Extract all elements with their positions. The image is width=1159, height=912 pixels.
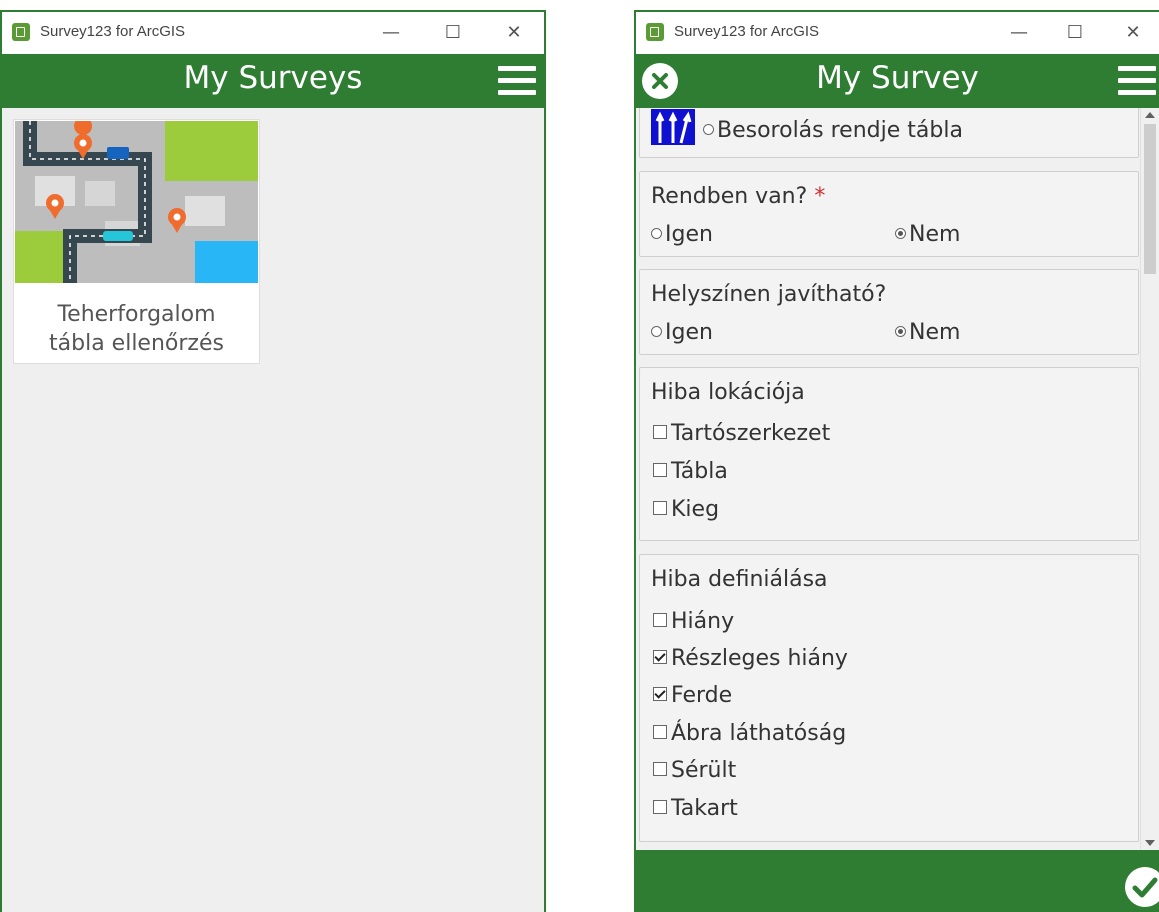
option-label: Tartószerkezet [671, 421, 831, 446]
option-label: Nem [909, 320, 961, 345]
radio-option-igen[interactable]: Igen [651, 320, 713, 345]
checkbox[interactable] [653, 725, 667, 739]
page-title: My Survey [816, 60, 979, 96]
option-label: Részleges hiány [671, 646, 848, 671]
survey-title-line1: Teherforgalom [57, 302, 216, 327]
radio-option-nem[interactable]: Nem [895, 320, 960, 345]
checkbox-option-hiany[interactable]: Hiány [653, 609, 734, 634]
checkbox[interactable] [653, 501, 667, 515]
form-scrollbar[interactable] [1140, 108, 1159, 850]
minimize-button[interactable]: — [368, 16, 414, 50]
checkbox-checked[interactable] [653, 687, 667, 701]
scroll-up-arrow-icon[interactable] [1145, 112, 1155, 118]
question-rendben-van: Rendben van? * Igen Nem [639, 171, 1139, 257]
required-marker: * [814, 184, 826, 209]
close-window-button[interactable]: ✕ [491, 16, 537, 50]
maximize-button[interactable]: ☐ [1052, 16, 1098, 50]
survey-form-window: Survey123 for ArcGIS — ☐ ✕ My Survey Bes… [634, 10, 1159, 912]
radio-circle[interactable] [703, 123, 714, 135]
checkbox[interactable] [653, 762, 667, 776]
maximize-button[interactable]: ☐ [430, 16, 476, 50]
checkbox-checked[interactable] [653, 650, 667, 664]
submit-check-icon[interactable] [1125, 867, 1159, 907]
checkbox-option-reszleges-hiany[interactable]: Részleges hiány [653, 646, 848, 671]
app-header: My Survey [636, 54, 1159, 108]
sign-option-besorolas[interactable]: Besorolás rendje tábla [651, 109, 963, 149]
question-hiba-definialasa: Hiba definiálása Hiány Részleges hiány F… [639, 554, 1139, 842]
form-footer [636, 850, 1159, 912]
option-label: Besorolás rendje tábla [717, 118, 963, 143]
window-titlebar[interactable]: Survey123 for ArcGIS — ☐ ✕ [2, 12, 544, 54]
window-title: Survey123 for ArcGIS [674, 23, 820, 40]
checkbox[interactable] [653, 613, 667, 627]
minimize-button[interactable]: — [996, 16, 1042, 50]
option-label: Ábra láthatóság [671, 721, 847, 746]
sign-type-group: Besorolás rendje tábla [639, 108, 1139, 158]
survey123-app-icon [12, 23, 30, 41]
app-header: My Surveys [2, 54, 544, 108]
question-label: Helyszínen javítható? [651, 282, 887, 307]
checkbox[interactable] [653, 463, 667, 477]
menu-icon[interactable] [1118, 66, 1156, 96]
question-helyszinen-javithato: Helyszínen javítható? Igen Nem [639, 269, 1139, 355]
radio-circle-selected[interactable] [895, 227, 906, 239]
page-title: My Surveys [183, 60, 363, 96]
lane-arrows-sign-icon [651, 109, 695, 145]
survey-title-line2: tábla ellenőrzés [49, 331, 224, 356]
survey-title: Teherforgalom tábla ellenőrzés [14, 300, 259, 358]
question-hiba-lokacioja: Hiba lokációja Tartószerkezet Tábla Kieg [639, 367, 1139, 541]
checkbox-option-ferde[interactable]: Ferde [653, 683, 732, 708]
checkbox[interactable] [653, 800, 667, 814]
checkbox[interactable] [653, 425, 667, 439]
question-label: Hiba definiálása [651, 567, 828, 592]
window-titlebar[interactable]: Survey123 for ArcGIS — ☐ ✕ [636, 12, 1159, 54]
window-title: Survey123 for ArcGIS [40, 23, 186, 40]
radio-circle[interactable] [651, 227, 662, 239]
checkbox-option-serult[interactable]: Sérült [653, 758, 736, 783]
radio-circle[interactable] [651, 325, 662, 337]
option-label: Sérült [671, 758, 737, 783]
question-label-text: Rendben van? [651, 184, 808, 209]
menu-icon[interactable] [498, 66, 536, 96]
option-label: Hiány [671, 609, 735, 634]
question-label: Hiba lokációja [651, 380, 805, 405]
option-label: Ferde [671, 683, 733, 708]
question-label: Rendben van? * [651, 184, 825, 209]
checkbox-option-kieg[interactable]: Kieg [653, 497, 719, 522]
option-label: Kieg [671, 497, 720, 522]
survey123-app-icon [646, 23, 664, 41]
survey-form: Besorolás rendje tábla Rendben van? * Ig… [636, 108, 1159, 850]
option-label: Igen [665, 320, 713, 345]
option-label: Takart [671, 796, 738, 821]
close-window-button[interactable]: ✕ [1110, 16, 1156, 50]
scroll-down-arrow-icon[interactable] [1145, 840, 1155, 846]
checkbox-option-takart[interactable]: Takart [653, 796, 738, 821]
survey-thumbnail-map-image [15, 121, 258, 283]
radio-option-igen[interactable]: Igen [651, 222, 713, 247]
checkbox-option-tabla[interactable]: Tábla [653, 459, 728, 484]
option-label: Nem [909, 222, 961, 247]
checkbox-option-tartoszerkezet[interactable]: Tartószerkezet [653, 421, 830, 446]
checkbox-option-abra-lathatosag[interactable]: Ábra láthatóság [653, 721, 846, 746]
survey-card[interactable]: Teherforgalom tábla ellenőrzés [13, 119, 260, 364]
option-label: Tábla [671, 459, 728, 484]
radio-option-nem[interactable]: Nem [895, 222, 960, 247]
scroll-thumb[interactable] [1144, 124, 1156, 274]
survey-list-window: Survey123 for ArcGIS — ☐ ✕ My Surveys Te… [0, 10, 546, 912]
radio-circle-selected[interactable] [895, 325, 906, 337]
option-label: Igen [665, 222, 713, 247]
survey-gallery: Teherforgalom tábla ellenőrzés [2, 108, 544, 912]
